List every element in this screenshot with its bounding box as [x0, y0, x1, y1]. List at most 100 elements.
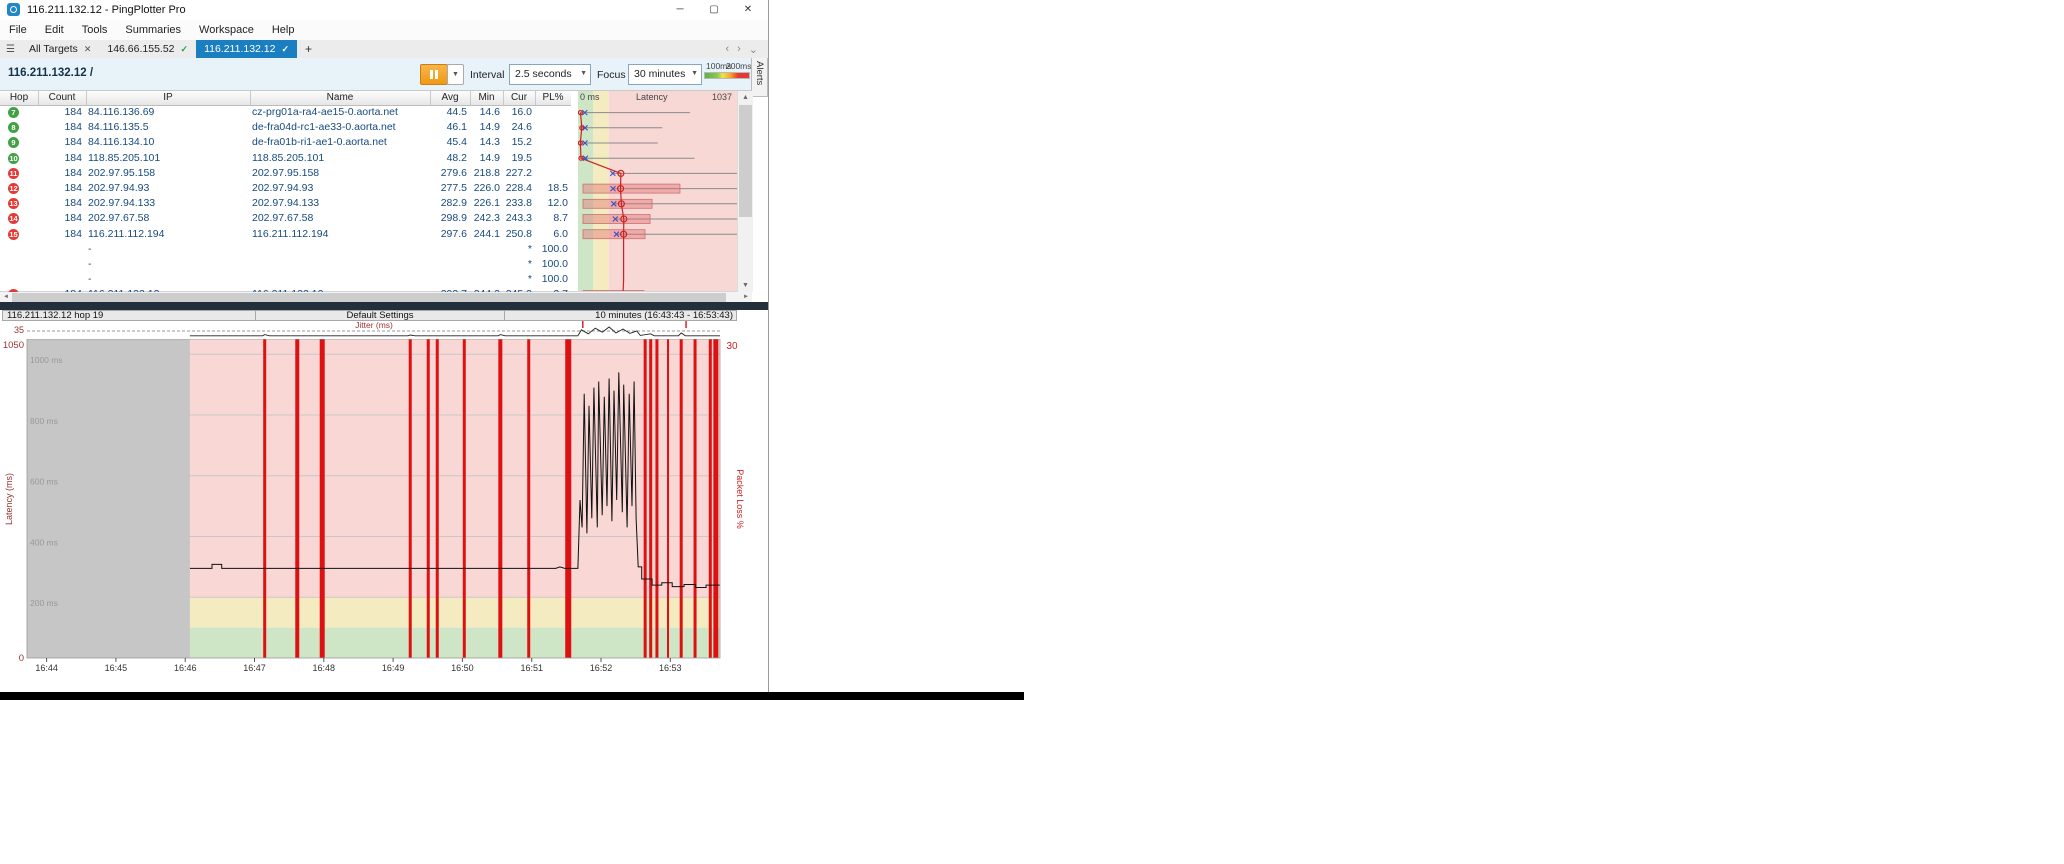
chevron-down-icon: ▼ — [691, 70, 698, 77]
svg-text:Packet Loss %: Packet Loss % — [735, 469, 745, 529]
menu-edit[interactable]: Edit — [36, 20, 73, 40]
graph-scale-max: 1037 — [712, 92, 732, 102]
hop-table: Hop Count IP Name Avg Min Cur PL% 0 ms L… — [0, 90, 752, 293]
cell-count: 184 — [38, 166, 82, 181]
target-list-icon[interactable]: ☰ — [0, 44, 21, 55]
menu-help[interactable]: Help — [263, 20, 304, 40]
cell-pl: 12.0 — [534, 196, 568, 211]
svg-text:35: 35 — [14, 325, 24, 335]
svg-text:200 ms: 200 ms — [30, 598, 58, 608]
screen: 116.211.132.12 - PingPlotter Pro ─ ▢ ✕ F… — [0, 0, 2064, 864]
maximize-button[interactable]: ▢ — [697, 0, 731, 20]
col-header-count[interactable]: Count — [38, 91, 87, 105]
cell-min: 242.3 — [470, 211, 500, 226]
tab-all-targets[interactable]: All Targets✕ — [21, 40, 99, 58]
tab-close-icon[interactable]: ✕ — [84, 44, 92, 55]
tab-more-icon[interactable]: ⌄ — [745, 43, 762, 56]
alerts-side-tab[interactable]: Alerts — [751, 58, 768, 97]
table-row[interactable]: 14184202.97.67.58202.97.67.58298.9242.32… — [0, 211, 737, 226]
col-header-latency: Latency — [636, 92, 668, 102]
focus-select[interactable]: 30 minutes ▼ — [628, 64, 702, 85]
table-row[interactable]: 19184116.211.132.12116.211.132.12293.724… — [0, 287, 737, 292]
cell-ip: 202.97.94.133 — [88, 196, 246, 211]
hop-badge: 10 — [8, 153, 19, 164]
col-header-hop[interactable]: Hop — [0, 91, 39, 105]
cell-avg: 279.6 — [424, 166, 467, 181]
cell-avg: 48.2 — [424, 151, 467, 166]
cell-count: 184 — [38, 211, 82, 226]
menu-workspace[interactable]: Workspace — [190, 20, 263, 40]
cell-count: 184 — [38, 135, 82, 150]
cell-pl: 100.0 — [534, 242, 568, 257]
hop-badge: 11 — [8, 168, 19, 179]
table-row[interactable]: -*100.0 — [0, 272, 737, 287]
close-button[interactable]: ✕ — [731, 0, 765, 20]
table-row[interactable]: 818484.116.135.5de-fra04d-rc1-ae33-0.aor… — [0, 120, 737, 135]
new-tab-button[interactable]: + — [297, 42, 320, 56]
scroll-up-icon[interactable]: ▲ — [738, 91, 753, 104]
cell-pl — [534, 105, 568, 120]
table-row[interactable]: 10184118.85.205.101118.85.205.10148.214.… — [0, 151, 737, 166]
svg-text:800 ms: 800 ms — [30, 416, 58, 426]
cell-count: 184 — [38, 287, 82, 292]
col-header-min[interactable]: Min — [470, 91, 504, 105]
table-row[interactable]: -*100.0 — [0, 242, 737, 257]
menu-file[interactable]: File — [0, 20, 36, 40]
timeline-target-label: 116.211.132.12 hop 19 — [7, 311, 253, 320]
col-header-avg[interactable]: Avg — [430, 91, 471, 105]
cell-cur: 16.0 — [502, 105, 532, 120]
cell-ip: 202.97.95.158 — [88, 166, 246, 181]
vertical-scroll-thumb[interactable] — [739, 105, 752, 217]
timeline-range-label[interactable]: 10 minutes (16:43:43 - 16:53:43) — [505, 311, 737, 320]
menu-tools[interactable]: Tools — [73, 20, 117, 40]
table-row[interactable]: 11184202.97.95.158202.97.95.158279.6218.… — [0, 166, 737, 181]
app-icon — [7, 3, 20, 16]
chevron-down-icon: ▼ — [580, 70, 587, 77]
target-title: 116.211.132.12 / — [8, 67, 93, 79]
timeline-settings-label[interactable]: Default Settings — [255, 311, 505, 320]
minimize-button[interactable]: ─ — [663, 0, 697, 20]
cell-cur: 19.5 — [502, 151, 532, 166]
tab-strip: All Targets✕146.66.155.52✓116.211.132.12… — [21, 40, 297, 58]
cell-count — [38, 242, 82, 257]
tab-back-icon[interactable]: ‹ — [721, 43, 733, 55]
menu-summaries[interactable]: Summaries — [116, 20, 190, 40]
col-header-cur[interactable]: Cur — [503, 91, 536, 105]
cell-cur: * — [502, 257, 532, 272]
table-row[interactable]: 15184116.211.112.194116.211.112.194297.6… — [0, 227, 737, 242]
cell-count — [38, 257, 82, 272]
tab-check-icon: ✓ — [282, 44, 290, 55]
svg-text:16:49: 16:49 — [382, 663, 405, 673]
table-row[interactable]: 718484.116.136.69cz-prg01a-ra4-ae15-0.ao… — [0, 105, 737, 120]
pane-splitter[interactable] — [0, 302, 768, 310]
horizontal-scroll-thumb[interactable] — [12, 293, 726, 302]
pause-button[interactable] — [420, 64, 448, 85]
cell-count: 184 — [38, 151, 82, 166]
tab-forward-icon[interactable]: › — [733, 43, 745, 55]
scroll-down-icon[interactable]: ▼ — [738, 279, 753, 292]
cell-ip: 84.116.134.10 — [88, 135, 246, 150]
cell-min: 14.9 — [470, 151, 500, 166]
tab-116-211-132-12[interactable]: 116.211.132.12✓ — [196, 40, 297, 58]
table-row[interactable]: -*100.0 — [0, 257, 737, 272]
table-row[interactable]: 13184202.97.94.133202.97.94.133282.9226.… — [0, 196, 737, 211]
latency-scale-legend — [704, 72, 750, 79]
cell-avg: 45.4 — [424, 135, 467, 150]
cell-pl: 8.7 — [534, 211, 568, 226]
hop-badge: 12 — [8, 183, 19, 194]
interval-select[interactable]: 2.5 seconds ▼ — [509, 64, 591, 85]
svg-text:16:52: 16:52 — [590, 663, 613, 673]
table-row[interactable]: 918484.116.134.10de-fra01b-ri1-ae1-0.aor… — [0, 135, 737, 150]
cell-count: 184 — [38, 105, 82, 120]
cell-count: 184 — [38, 181, 82, 196]
table-row[interactable]: 12184202.97.94.93202.97.94.93277.5226.02… — [0, 181, 737, 196]
tab-146-66-155-52[interactable]: 146.66.155.52✓ — [99, 40, 196, 58]
col-header-name[interactable]: Name — [250, 91, 431, 105]
cell-avg: 277.5 — [424, 181, 467, 196]
pause-dropdown-button[interactable]: ▼ — [447, 64, 464, 85]
col-header-ip[interactable]: IP — [86, 91, 251, 105]
tab-bar: ☰ All Targets✕146.66.155.52✓116.211.132.… — [0, 40, 768, 58]
cell-avg — [424, 257, 467, 272]
col-header-pl[interactable]: PL% — [535, 91, 571, 105]
pause-icon — [430, 70, 433, 79]
